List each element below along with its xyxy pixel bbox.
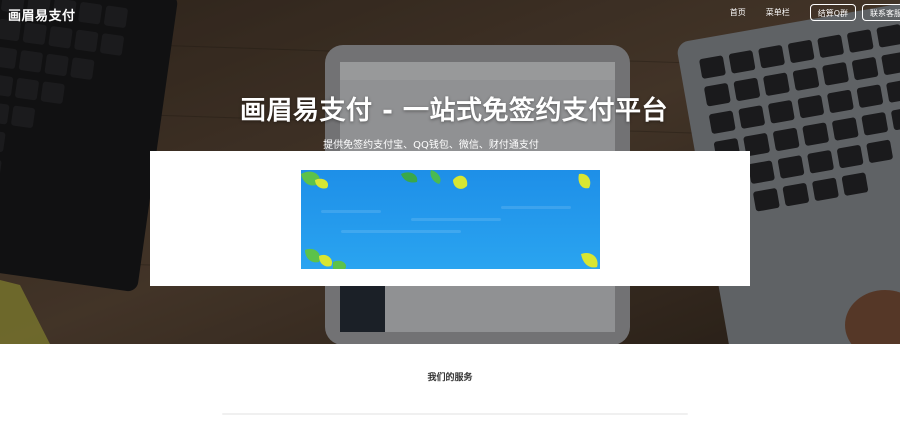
settlement-qq-group-button[interactable]: 结算Q群 bbox=[809, 4, 856, 21]
contact-support-button[interactable]: 联系客服 bbox=[862, 4, 900, 21]
banner-image bbox=[301, 170, 600, 269]
nav-link-menu[interactable]: 菜单栏 bbox=[766, 7, 790, 18]
services-title: 我们的服务 bbox=[427, 373, 473, 383]
navbar: 画眉易支付 首页 菜单栏 结算Q群 联系客服 bbox=[0, 0, 900, 28]
hero-subtitle: 提供免签约支付宝、QQ钱包、微信、财付通支付 bbox=[323, 140, 539, 151]
banner-box bbox=[150, 151, 750, 286]
nav-link-home[interactable]: 首页 bbox=[730, 7, 746, 18]
section-divider bbox=[222, 413, 688, 415]
hero-title: 画眉易支付 - 一站式免签约支付平台 bbox=[240, 96, 668, 126]
brand-logo[interactable]: 画眉易支付 bbox=[8, 5, 76, 24]
nav-links: 首页 菜单栏 结算Q群 联系客服 bbox=[730, 4, 900, 21]
